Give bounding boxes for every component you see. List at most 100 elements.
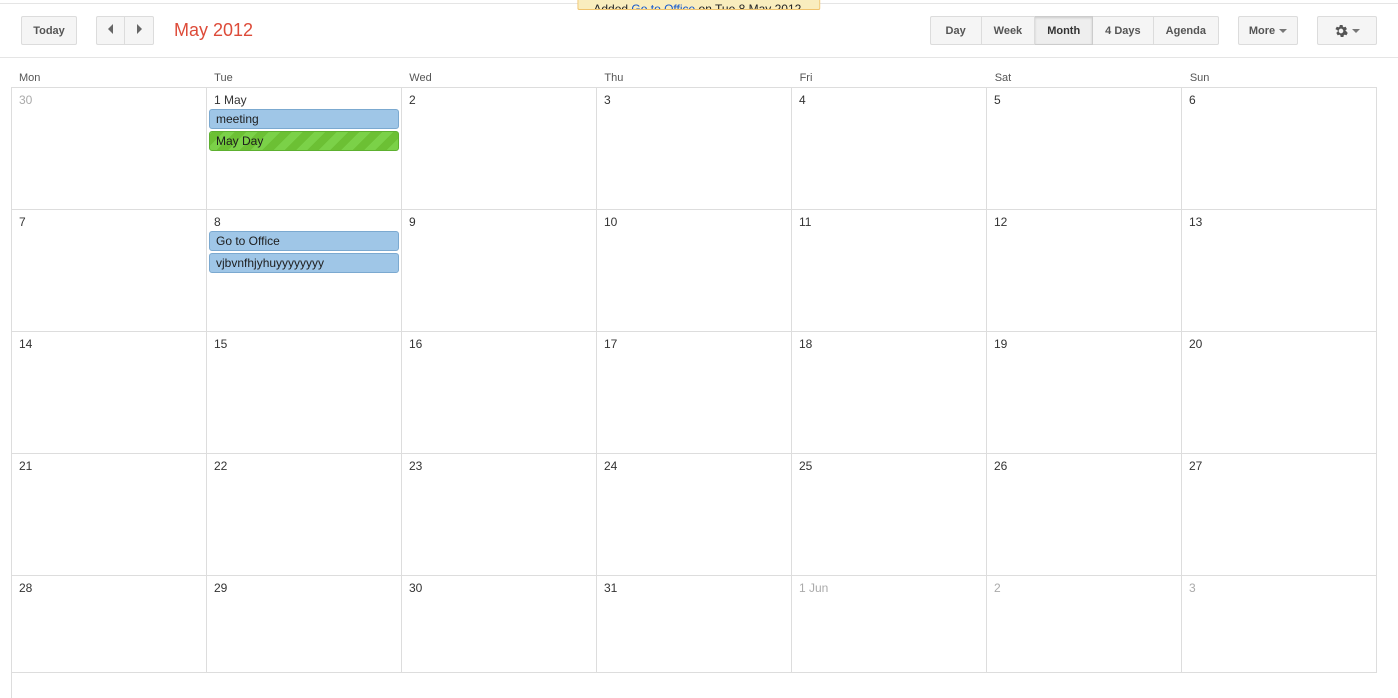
gear-icon [1334,24,1348,38]
calendar-cell[interactable]: 20 [1182,332,1377,454]
calendar-cell[interactable]: 1 MaymeetingMay Day [207,88,402,210]
day-header: Mon [11,68,206,87]
cell-date: 4 [792,88,986,107]
view-switcher: DayWeekMonth4 DaysAgenda [930,16,1219,45]
day-header: Thu [596,68,791,87]
day-headers: MonTueWedThuFriSatSun [11,58,1377,87]
day-header: Wed [401,68,596,87]
cell-date: 6 [1182,88,1376,107]
calendar-cell[interactable]: 3 [1182,576,1377,673]
calendar-cell[interactable]: 3 [597,88,792,210]
view-tab-day[interactable]: Day [930,16,982,45]
cell-date: 24 [597,454,791,473]
cell-date: 14 [12,332,206,351]
calendar-cell[interactable]: 29 [207,576,402,673]
calendar-cell[interactable]: 13 [1182,210,1377,332]
calendar-event[interactable]: May Day [209,131,399,151]
cell-date: 29 [207,576,401,595]
view-tab-agenda[interactable]: Agenda [1154,16,1219,45]
calendar-cell[interactable]: 26 [987,454,1182,576]
settings-button[interactable] [1317,16,1377,45]
view-tab-month[interactable]: Month [1035,16,1093,45]
cell-date: 1 Jun [792,576,986,595]
calendar-cell[interactable]: 15 [207,332,402,454]
calendar-event[interactable]: Go to Office [209,231,399,251]
view-tab-week[interactable]: Week [982,16,1036,45]
calendar-cell[interactable]: 2 [987,576,1182,673]
calendar-cell[interactable]: 1 Jun [792,576,987,673]
events-container: Go to Officevjbvnfhjyhuyyyyyyyy [207,229,401,273]
calendar-event[interactable]: meeting [209,109,399,129]
calendar-cell[interactable]: 22 [207,454,402,576]
cell-date: 9 [402,210,596,229]
calendar-cell[interactable]: 24 [597,454,792,576]
calendar-grid: 301 MaymeetingMay Day2345678Go to Office… [11,87,1377,698]
calendar-cell[interactable]: 19 [987,332,1182,454]
calendar-cell[interactable]: 11 [792,210,987,332]
calendar-cell[interactable]: 18 [792,332,987,454]
day-header: Fri [792,68,987,87]
view-tab-4days[interactable]: 4 Days [1093,16,1153,45]
calendar-cell[interactable]: 31 [597,576,792,673]
cell-date: 30 [402,576,596,595]
cell-date: 28 [12,576,206,595]
calendar-cell[interactable]: 23 [402,454,597,576]
notification-suffix: on Tue 8 May 2012. [695,2,804,10]
calendar-cell[interactable]: 4 [792,88,987,210]
cell-date: 2 [402,88,596,107]
nav-group [96,16,154,45]
calendar: MonTueWedThuFriSatSun 301 MaymeetingMay … [0,58,1398,698]
notification-prefix: Added [593,2,631,10]
calendar-cell[interactable]: 21 [12,454,207,576]
calendar-cell[interactable]: 12 [987,210,1182,332]
cell-date: 30 [12,88,206,107]
calendar-cell[interactable]: 2 [402,88,597,210]
calendar-cell[interactable]: 16 [402,332,597,454]
month-label: May 2012 [174,20,253,41]
calendar-event[interactable]: vjbvnfhjyhuyyyyyyyy [209,253,399,273]
dropdown-icon [1352,29,1360,33]
cell-date: 31 [597,576,791,595]
toolbar: Today May 2012 DayWeekMonth4 DaysAgenda … [0,4,1398,58]
cell-date: 20 [1182,332,1376,351]
cell-date: 13 [1182,210,1376,229]
calendar-cell[interactable]: 30 [12,88,207,210]
day-header: Sun [1182,68,1377,87]
calendar-cell[interactable]: 6 [1182,88,1377,210]
cell-date: 2 [987,576,1181,595]
more-button[interactable]: More [1238,16,1298,45]
calendar-cell[interactable]: 10 [597,210,792,332]
calendar-cell[interactable]: 7 [12,210,207,332]
prev-button[interactable] [96,16,125,45]
more-label: More [1249,25,1275,37]
calendar-cell[interactable]: 14 [12,332,207,454]
cell-date: 12 [987,210,1181,229]
cell-date: 10 [597,210,791,229]
cell-date: 18 [792,332,986,351]
notification-banner: Added Go to Office on Tue 8 May 2012. [577,0,820,10]
calendar-cell[interactable]: 9 [402,210,597,332]
cell-date: 26 [987,454,1181,473]
calendar-cell[interactable]: 30 [402,576,597,673]
calendar-cell[interactable]: 25 [792,454,987,576]
cell-date: 3 [1182,576,1376,595]
calendar-cell[interactable]: 5 [987,88,1182,210]
calendar-cell[interactable]: 28 [12,576,207,673]
dropdown-icon [1279,29,1287,33]
chevron-left-icon [108,24,114,37]
notification-link[interactable]: Go to Office [631,2,695,10]
calendar-cell[interactable]: 27 [1182,454,1377,576]
calendar-cell[interactable]: 17 [597,332,792,454]
calendar-cell[interactable]: 8Go to Officevjbvnfhjyhuyyyyyyyy [207,210,402,332]
cell-date: 21 [12,454,206,473]
cell-date: 11 [792,210,986,229]
next-button[interactable] [125,16,154,45]
day-header: Sat [987,68,1182,87]
cell-date: 8 [207,210,401,229]
cell-date: 22 [207,454,401,473]
cell-date: 16 [402,332,596,351]
cell-date: 17 [597,332,791,351]
cell-date: 23 [402,454,596,473]
today-button[interactable]: Today [21,16,77,45]
cell-date: 7 [12,210,206,229]
